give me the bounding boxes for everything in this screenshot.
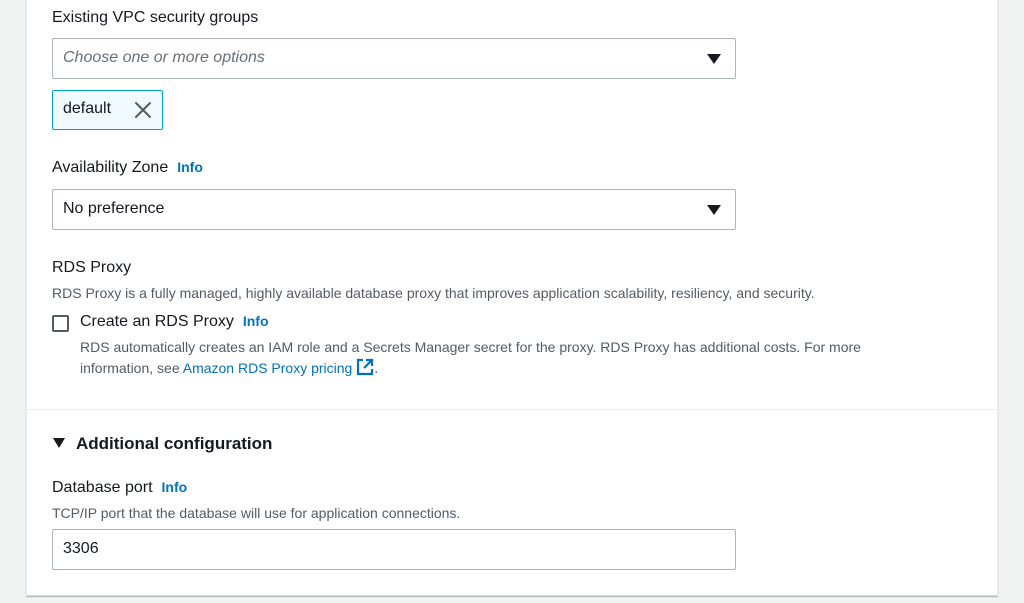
rds-proxy-heading: RDS Proxy <box>52 259 132 276</box>
additional-configuration-toggle[interactable]: Additional configuration <box>76 434 272 454</box>
help-suffix: . <box>374 360 379 376</box>
caret-down-icon <box>707 54 721 64</box>
availability-zone-label: Availability Zone <box>52 159 169 176</box>
security-groups-select[interactable]: Choose one or more options <box>52 38 736 79</box>
token-label: default <box>63 100 112 117</box>
rds-proxy-info-link[interactable]: Info <box>243 313 269 329</box>
database-port-input[interactable]: 3306 <box>52 529 736 570</box>
create-rds-proxy-label[interactable]: Create an RDS Proxy <box>80 313 234 330</box>
external-link-icon[interactable] <box>356 358 374 379</box>
help-prefix: information, see <box>80 360 183 376</box>
caret-down-icon[interactable] <box>53 438 65 448</box>
security-group-token: default <box>52 90 163 130</box>
database-port-value[interactable]: 3306 <box>63 540 99 558</box>
rds-proxy-help-line1: RDS automatically creates an IAM role an… <box>80 339 861 355</box>
security-groups-placeholder: Choose one or more options <box>63 49 265 66</box>
create-rds-proxy-row: Create an RDS Proxy Info <box>80 313 269 331</box>
availability-zone-info-link[interactable]: Info <box>177 159 203 175</box>
database-port-label-row: Database port Info <box>52 479 187 497</box>
create-rds-proxy-checkbox[interactable] <box>52 315 69 332</box>
caret-down-icon <box>707 205 721 215</box>
database-port-description: TCP/IP port that the database will use f… <box>52 505 461 521</box>
rds-proxy-description: RDS Proxy is a fully managed, highly ava… <box>52 285 815 301</box>
database-port-info-link[interactable]: Info <box>162 479 188 495</box>
database-port-label: Database port <box>52 479 153 496</box>
availability-zone-select[interactable]: No preference <box>52 189 736 230</box>
availability-zone-value: No preference <box>63 200 165 217</box>
security-groups-label: Existing VPC security groups <box>52 9 259 26</box>
section-divider <box>27 409 997 410</box>
rds-proxy-pricing-link[interactable]: Amazon RDS Proxy pricing <box>183 360 353 376</box>
close-icon[interactable] <box>133 100 153 120</box>
rds-proxy-help-line2: information, see Amazon RDS Proxy pricin… <box>80 358 378 379</box>
availability-zone-label-row: Availability Zone Info <box>52 159 203 177</box>
